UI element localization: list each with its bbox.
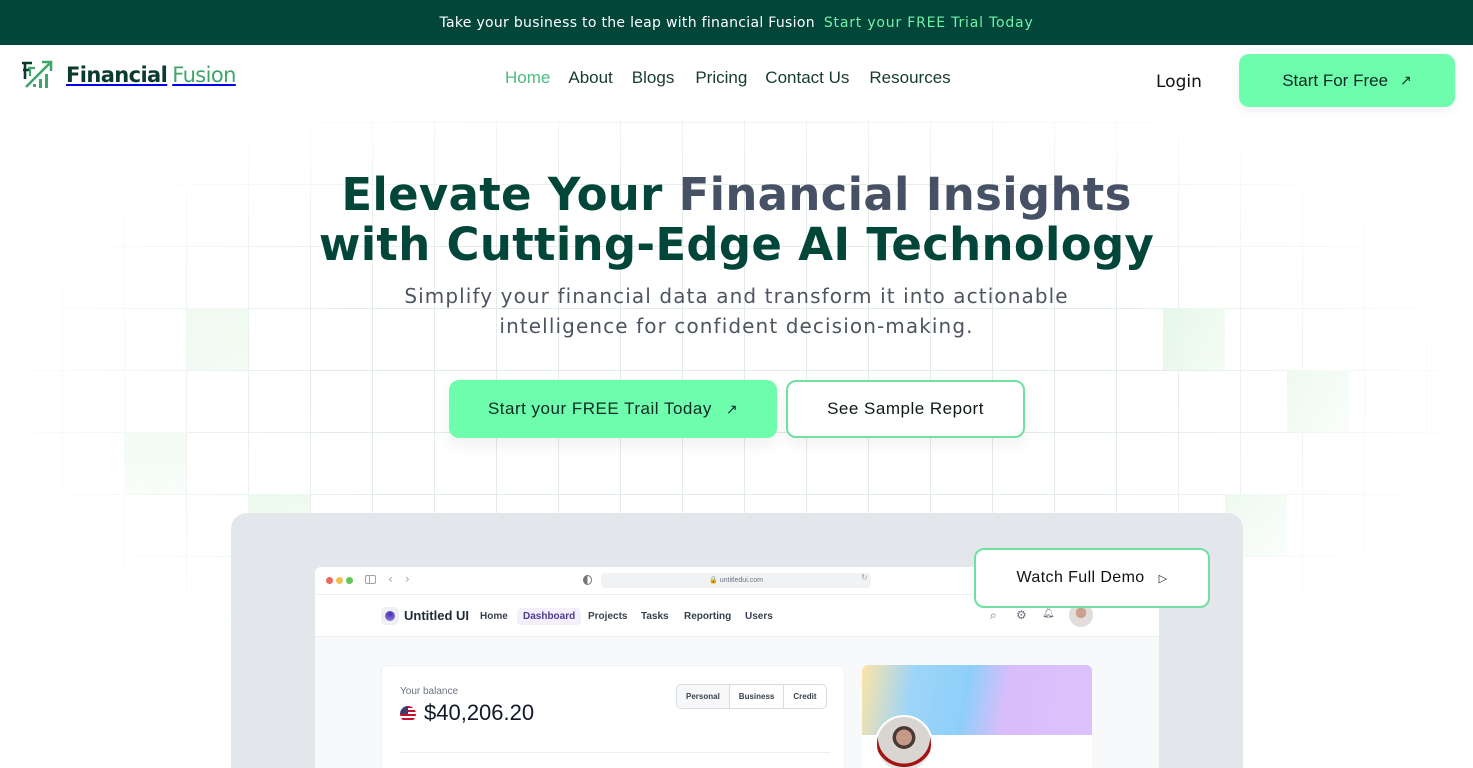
app-tab-projects: Projects xyxy=(588,611,628,622)
login-link[interactable]: Login xyxy=(1156,72,1202,92)
hero-subtitle-line1: Simplify your financial data and transfo… xyxy=(404,284,1069,308)
hero-subtitle: Simplify your financial data and transfo… xyxy=(0,281,1473,341)
start-free-trial-label: Start your FREE Trail Today xyxy=(487,399,712,418)
grid-highlight-cell xyxy=(1287,370,1349,432)
app-tab-home: Home xyxy=(480,611,508,622)
address-bar: 🔒 untitledui.com xyxy=(601,573,871,588)
us-flag-icon xyxy=(400,706,416,722)
sidebar-toggle-icon xyxy=(365,575,376,584)
account-type-segmented-control: Personal Business Credit xyxy=(676,684,827,709)
segment-credit: Credit xyxy=(783,685,825,708)
arrow-up-right-icon: ↗ xyxy=(1400,72,1412,88)
app-tab-tasks: Tasks xyxy=(641,611,669,622)
play-icon: ▷ xyxy=(1158,572,1168,585)
nav-home[interactable]: Home xyxy=(505,68,550,88)
hero-title-part2: Financial Insights xyxy=(678,168,1132,221)
watch-full-demo-label: Watch Full Demo xyxy=(1016,569,1145,586)
announcement-message: Take your business to the leap with fina… xyxy=(439,14,815,31)
site-header: Financial Fusion Home About Blogs Pricin… xyxy=(0,45,1473,120)
reload-icon: ↻ xyxy=(861,573,868,582)
start-free-trial-button[interactable]: Start your FREE Trail Today ↗ xyxy=(449,380,777,438)
nav-blogs[interactable]: Blogs xyxy=(632,68,675,88)
watch-full-demo-button[interactable]: Watch Full Demo ▷ xyxy=(974,548,1210,608)
close-dot-icon xyxy=(326,577,333,584)
segment-personal: Personal xyxy=(677,685,729,708)
app-tab-reporting: Reporting xyxy=(684,611,732,622)
app-brand: Untitled UI xyxy=(404,608,469,623)
arrow-up-right-icon: ↗ xyxy=(725,400,739,417)
hero-title-line2: with Cutting-Edge AI Technology xyxy=(318,218,1155,271)
divider xyxy=(400,752,830,753)
balance-card: Your balance $40,206.20 Personal Busines… xyxy=(381,665,845,768)
app-tab-users: Users xyxy=(745,611,773,622)
announcement-bar: Take your business to the leap with fina… xyxy=(0,0,1473,45)
balance-label: Your balance xyxy=(400,686,459,697)
nav-resources[interactable]: Resources xyxy=(869,68,950,88)
hero-subtitle-line2: intelligence for confident decision-maki… xyxy=(499,314,974,338)
profile-photo xyxy=(875,715,933,768)
announcement-trial-link[interactable]: Start your FREE Trial Today xyxy=(824,15,1034,31)
grid-highlight-cell xyxy=(124,432,186,494)
app-logo-icon xyxy=(381,607,399,625)
search-icon: ⌕ xyxy=(990,608,997,622)
logo-word-fusion: Fusion xyxy=(172,63,236,87)
main-nav: Home About Blogs Pricing Contact Us Reso… xyxy=(505,68,969,88)
see-sample-report-button[interactable]: See Sample Report xyxy=(786,380,1025,438)
nav-contact-us[interactable]: Contact Us xyxy=(765,68,849,88)
segment-business: Business xyxy=(728,685,784,708)
back-icon: ‹ xyxy=(388,572,393,586)
forward-icon: › xyxy=(405,572,410,586)
gear-icon: ⚙ xyxy=(1016,608,1027,622)
nav-pricing[interactable]: Pricing xyxy=(695,68,747,88)
logo[interactable]: Financial Fusion xyxy=(20,59,236,91)
hero-title-part1: Elevate Your xyxy=(341,168,663,221)
growth-chart-icon xyxy=(22,60,53,88)
maximize-dot-icon xyxy=(346,577,353,584)
bell-icon: 🔔︎ xyxy=(1042,608,1055,619)
start-for-free-label: Start For Free xyxy=(1282,70,1389,90)
logo-word-financial: Financial xyxy=(66,63,168,87)
hero-title: Elevate Your Financial Insights with Cut… xyxy=(0,170,1473,270)
minimize-dot-icon xyxy=(336,577,343,584)
app-tab-dashboard: Dashboard xyxy=(517,608,582,625)
balance-amount: $40,206.20 xyxy=(424,700,535,725)
nav-about[interactable]: About xyxy=(568,68,612,88)
start-for-free-button[interactable]: Start For Free ↗ xyxy=(1239,54,1455,107)
privacy-shield-icon xyxy=(583,575,592,585)
profile-card xyxy=(862,665,1092,768)
